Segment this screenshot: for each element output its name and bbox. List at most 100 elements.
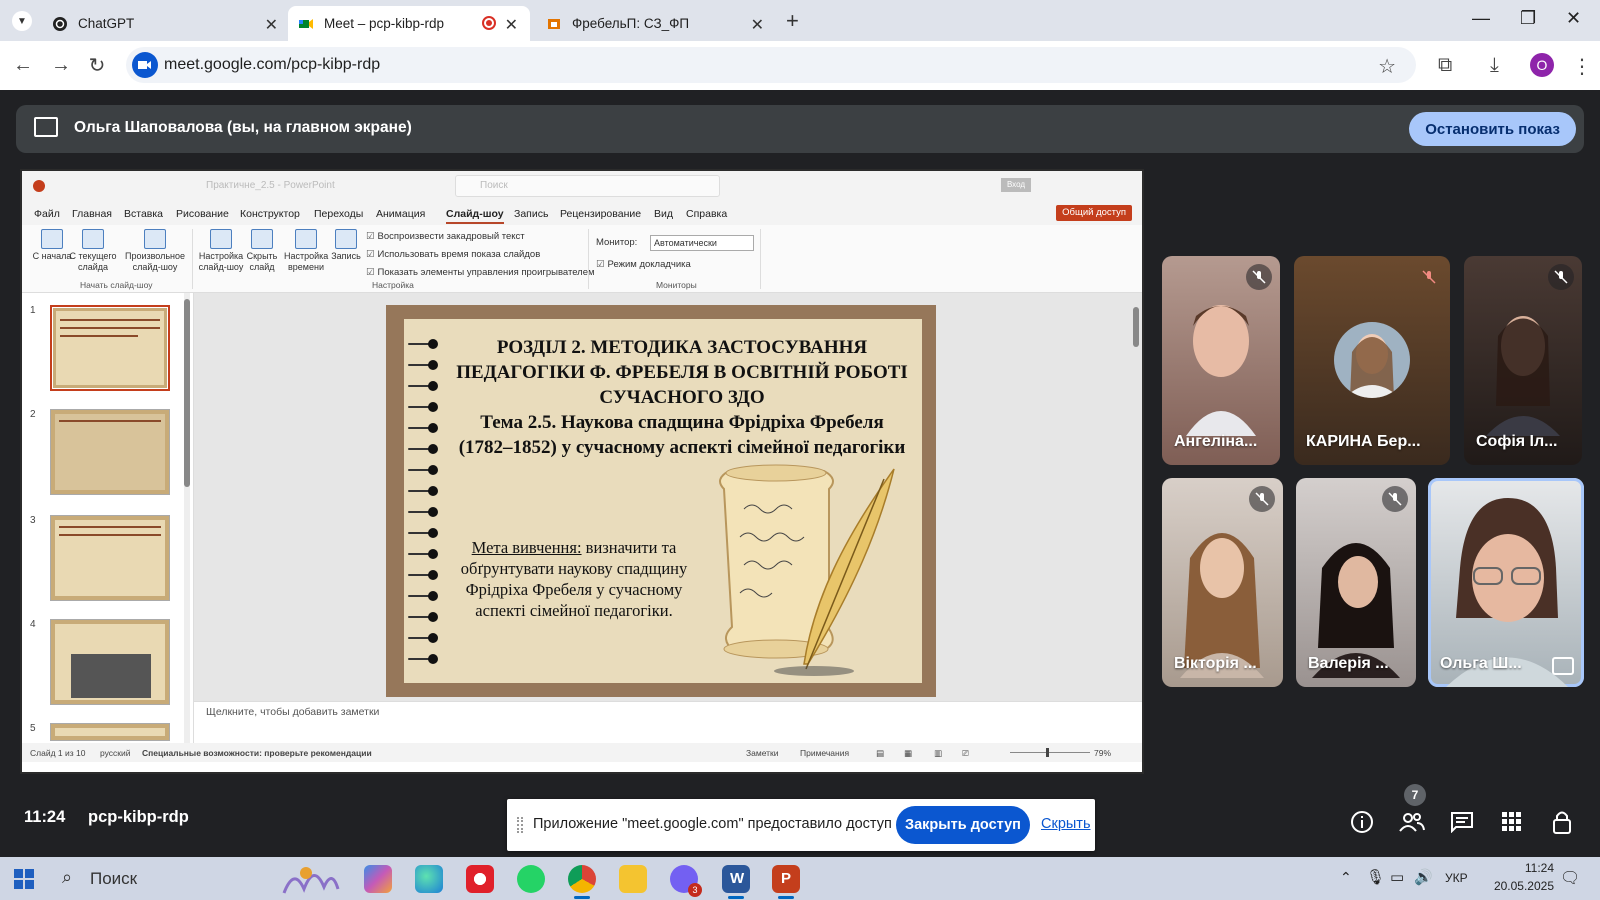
ppt-menu-insert[interactable]: Вставка (124, 208, 163, 220)
people-icon[interactable] (1398, 808, 1426, 836)
slide-thumbnail-5[interactable] (50, 723, 170, 741)
ppt-login-button[interactable]: Вход (1001, 178, 1031, 192)
ppt-share-button[interactable]: Общий доступ (1056, 205, 1132, 221)
ppt-menu-slideshow[interactable]: Слайд-шоу (446, 208, 504, 224)
participant-tile-olga[interactable]: Ольга Ш... (1428, 478, 1584, 687)
back-button[interactable]: ← (12, 54, 34, 76)
hide-banner-link[interactable]: Скрыть (1041, 816, 1091, 832)
slide-scrollbar[interactable] (1132, 299, 1140, 699)
tab-search-button[interactable]: ▼ (12, 11, 32, 31)
ppt-menu-record[interactable]: Запись (514, 208, 548, 220)
custom-show-button[interactable]: Произвольное слайд-шоу (122, 229, 188, 273)
controls-checkbox[interactable]: Показать элементы управления проигрывате… (366, 267, 595, 278)
address-bar[interactable]: meet.google.com/pcp-kibp-rdp ☆ (126, 47, 1416, 83)
file-explorer-icon[interactable] (619, 865, 647, 893)
edge-icon[interactable] (415, 865, 443, 893)
language-status[interactable]: русский (100, 748, 131, 758)
bookmark-star-icon[interactable]: ☆ (1378, 54, 1396, 79)
activities-icon[interactable] (1498, 808, 1526, 836)
slide-thumbnail-3[interactable] (50, 515, 170, 601)
zoom-level[interactable]: 79% (1094, 748, 1111, 758)
comments-toggle[interactable]: Примечания (800, 748, 849, 758)
powerpoint-taskbar-icon[interactable]: P (772, 865, 800, 899)
current-slide[interactable]: РОЗДІЛ 2. МЕТОДИКА ЗАСТОСУВАННЯ ПЕДАГОГІ… (386, 305, 936, 697)
setup-show-button[interactable]: Настройка слайд-шоу (196, 229, 246, 273)
close-icon[interactable]: ✕ (265, 15, 278, 35)
minimize-button[interactable]: — (1472, 8, 1490, 29)
sorter-view-icon[interactable]: ▦ (904, 748, 912, 759)
participant-tile-valeria[interactable]: Валерія ... (1296, 478, 1416, 687)
from-current-button[interactable]: С текущего слайда (68, 229, 118, 273)
slide-thumbnail-1[interactable] (50, 305, 170, 391)
timings-checkbox[interactable]: Использовать время показа слайдов (366, 249, 541, 260)
host-controls-lock-icon[interactable] (1548, 808, 1576, 836)
whatsapp-icon[interactable] (517, 865, 545, 893)
narration-checkbox[interactable]: Воспроизвести закадровый текст (366, 231, 525, 242)
monitor-select[interactable]: Автоматически (650, 235, 754, 251)
tray-time[interactable]: 11:24 (1492, 861, 1554, 875)
more-menu-icon[interactable]: ⋮ (1572, 54, 1592, 79)
profile-avatar[interactable]: О (1530, 53, 1554, 77)
meeting-info-icon[interactable] (1348, 808, 1376, 836)
reading-view-icon[interactable]: ▥ (934, 748, 942, 759)
participant-tile-sofia[interactable]: Софія Іл... (1464, 256, 1582, 465)
tab-meet[interactable]: Meet – pcp-kibp-rdp ✕ (288, 6, 530, 41)
ppt-menu-review[interactable]: Рецензирование (560, 208, 641, 220)
taskbar-search[interactable]: Поиск (90, 869, 137, 889)
ppt-menu-draw[interactable]: Рисование (176, 208, 229, 220)
tray-date[interactable]: 20.05.2025 (1480, 879, 1554, 893)
new-tab-button[interactable]: + (786, 8, 799, 34)
rehearse-button[interactable]: Настройка времени (284, 229, 328, 273)
stop-sharing-button[interactable]: Закрыть доступ (896, 806, 1030, 844)
forward-button[interactable]: → (50, 54, 72, 76)
tray-overflow-icon[interactable]: ⌃ (1340, 869, 1352, 886)
ppt-menu-transitions[interactable]: Переходы (314, 208, 363, 220)
participant-tile-viktoria[interactable]: Вікторія ... (1162, 478, 1283, 687)
tab-chatgpt[interactable]: ChatGPT ✕ (42, 6, 290, 41)
pin-tile-icon[interactable] (1552, 657, 1574, 675)
accessibility-status[interactable]: Специальные возможности: проверьте реком… (142, 748, 372, 758)
ppt-menu-help[interactable]: Справка (686, 208, 727, 220)
site-info-icon[interactable] (132, 52, 158, 78)
ppt-menu-file[interactable]: Файл (34, 208, 60, 220)
opera-icon[interactable] (466, 865, 494, 893)
extensions-icon[interactable]: ⧉ (1438, 54, 1452, 77)
volume-icon[interactable]: 🔊 (1414, 868, 1433, 886)
participant-tile-karina[interactable]: КАРИНА Бер... (1294, 256, 1450, 465)
ppt-menu-design[interactable]: Конструктор (240, 208, 300, 220)
zoom-slider[interactable] (1010, 748, 1090, 757)
record-button[interactable]: Запись (328, 229, 364, 262)
hide-slide-button[interactable]: Скрыть слайд (244, 229, 280, 273)
slide-thumbnail-4[interactable] (50, 619, 170, 705)
ppt-search-input[interactable]: Поиск (455, 175, 720, 197)
close-icon[interactable]: ✕ (751, 15, 764, 35)
input-language[interactable]: УКР (1445, 871, 1468, 885)
ppt-menu-home[interactable]: Главная (72, 208, 112, 220)
presenter-view-checkbox[interactable]: Режим докладчика (596, 259, 691, 270)
ppt-menu-view[interactable]: Вид (654, 208, 673, 220)
chrome-icon[interactable] (568, 865, 596, 899)
participant-tile-angelina[interactable]: Ангеліна... (1162, 256, 1280, 465)
downloads-icon[interactable]: ⤓ (1490, 54, 1499, 77)
close-icon[interactable]: ✕ (505, 15, 518, 35)
restore-button[interactable]: ❐ (1520, 8, 1536, 29)
notes-pane[interactable]: Щелкните, чтобы добавить заметки (194, 701, 1142, 723)
drag-handle-icon[interactable] (517, 817, 523, 833)
word-icon[interactable]: W (722, 865, 750, 899)
normal-view-icon[interactable]: ▤ (876, 748, 884, 759)
ppt-menu-animations[interactable]: Анимация (376, 208, 425, 220)
reload-button[interactable]: ↻ (86, 54, 108, 77)
stop-presenting-button[interactable]: Остановить показ (1409, 112, 1576, 146)
notifications-icon[interactable]: 🗨 (1560, 868, 1580, 888)
slide-thumbnail-2[interactable] (50, 409, 170, 495)
windows-start-icon[interactable] (14, 869, 34, 889)
thumbnails-scrollbar[interactable] (184, 293, 190, 743)
notes-toggle[interactable]: Заметки (746, 748, 779, 758)
close-window-button[interactable]: ✕ (1566, 8, 1581, 29)
network-icon[interactable]: ▭ (1390, 868, 1404, 886)
copilot-icon[interactable] (364, 865, 392, 893)
viber-icon[interactable]: 3 (670, 865, 702, 897)
from-start-button[interactable]: С начала (32, 229, 72, 262)
microphone-icon[interactable]: 🎙 (1366, 868, 1385, 886)
tab-frebel[interactable]: ФребельП: СЗ_ФП ✕ (536, 6, 776, 41)
